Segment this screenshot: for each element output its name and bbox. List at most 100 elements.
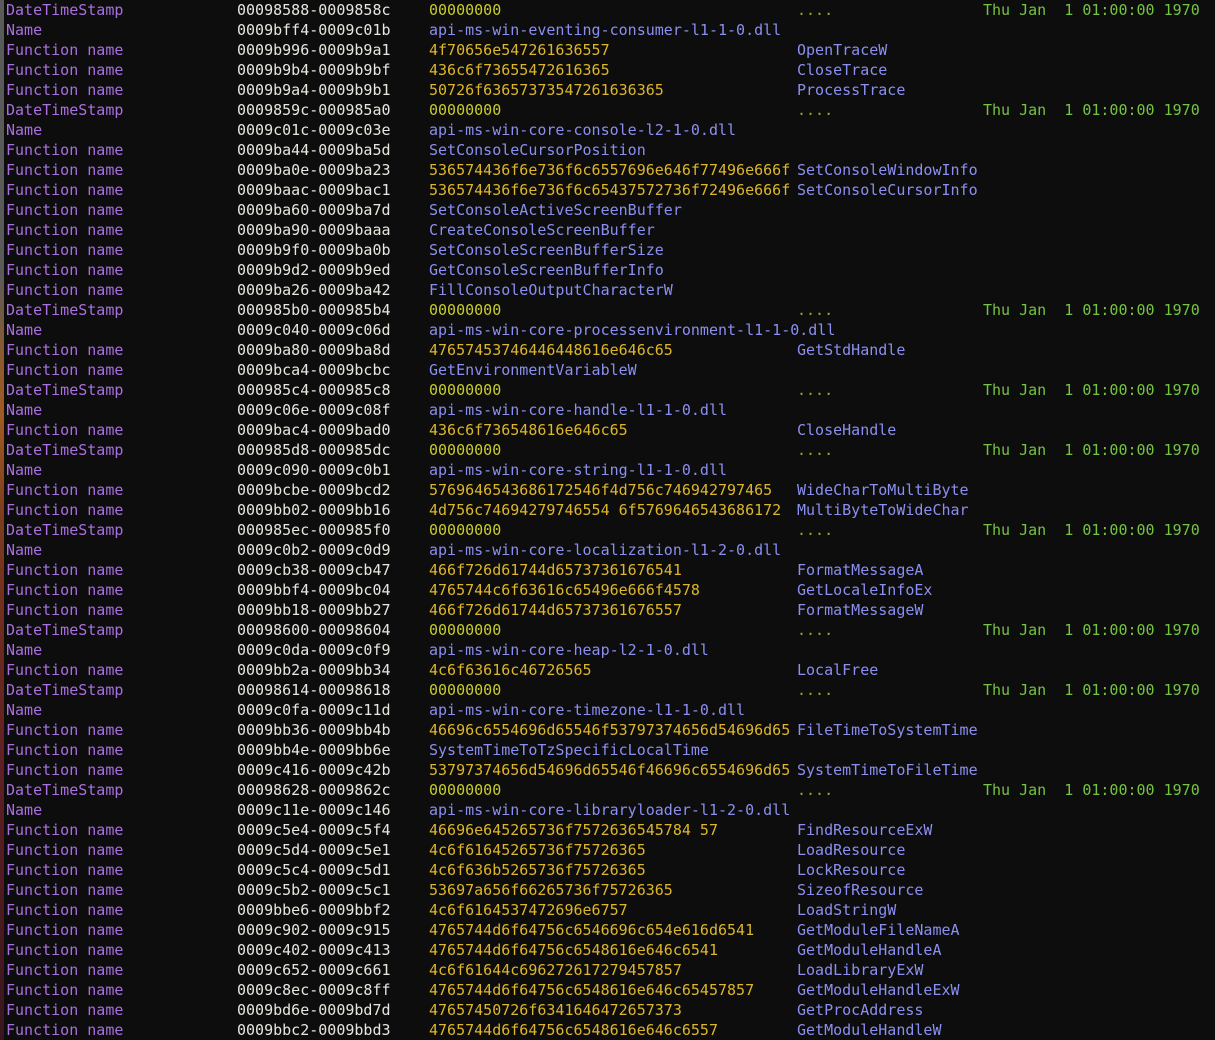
cell-range: 0009baac-0009bac1 [237, 181, 391, 199]
cell-fn: CloseTrace [797, 61, 888, 79]
table-row: DateTimeStamp 00098614-00098618 00000000..… [6, 680, 1215, 700]
cell-value: 00000000 [429, 101, 502, 119]
table-row: Function name 0009c416-0009c42b 5379737465… [6, 760, 1215, 780]
cell-value: api-ms-win-core-timezone-l1-1-0.dll [429, 701, 746, 719]
cell-label: Name [6, 321, 43, 339]
table-row: Function name 0009bcbe-0009bcd2 5769646543… [6, 480, 1215, 500]
cell-value: GetConsoleScreenBufferInfo [429, 261, 664, 279]
cell-label: Function name [6, 581, 124, 599]
cell-value: 4765744d6f64756c6548616e646c6557 [429, 1021, 718, 1039]
cell-label: Name [6, 401, 43, 419]
cell-label: Function name [6, 221, 124, 239]
cell-label: Function name [6, 361, 124, 379]
cell-label: Function name [6, 561, 124, 579]
cell-range: 0009bca4-0009bcbc [237, 361, 391, 379]
cell-label: Name [6, 541, 43, 559]
cell-value: 00000000 [429, 681, 502, 699]
cell-value: api-ms-win-eventing-consumer-l1-1-0.dll [429, 21, 782, 39]
table-row: Name 0009c11e-0009c146 api-ms-win-core-lib… [6, 800, 1215, 820]
cell-range: 00098588-0009858c [237, 1, 391, 19]
cell-range: 0009bbe6-0009bbf2 [237, 901, 391, 919]
table-row: Function name 0009bbf4-0009bc04 4765744c6f… [6, 580, 1215, 600]
cell-range: 0009b9d2-0009b9ed [237, 261, 391, 279]
cell-date: Thu Jan 1 01:00:00 1970 [983, 781, 1200, 799]
cell-fn: .... [797, 781, 834, 799]
table-row: DateTimeStamp 00098600-00098604 00000000..… [6, 620, 1215, 640]
table-row: Name 0009c040-0009c06d api-ms-win-core-pro… [6, 320, 1215, 340]
cell-range: 000985b0-000985b4 [237, 301, 391, 319]
cell-label: Function name [6, 281, 124, 299]
cell-range: 0009c8ec-0009c8ff [237, 981, 391, 999]
cell-fn: .... [797, 381, 834, 399]
cell-label: DateTimeStamp [6, 621, 124, 639]
cell-label: Name [6, 21, 43, 39]
cell-label: Function name [6, 341, 124, 359]
cell-range: 0009bb02-0009bb16 [237, 501, 391, 519]
cell-label: Function name [6, 881, 124, 899]
cell-value: 4765744d6f64756c6548616e646c65457857 [429, 981, 755, 999]
cell-range: 0009bcbe-0009bcd2 [237, 481, 391, 499]
cell-value: GetEnvironmentVariableW [429, 361, 637, 379]
cell-fn: FormatMessageA [797, 561, 924, 579]
table-row: Function name 0009ba26-0009ba42 FillConsol… [6, 280, 1215, 300]
cell-fn: WideCharToMultiByte [797, 481, 969, 499]
cell-date: Thu Jan 1 01:00:00 1970 [983, 101, 1200, 119]
cell-range: 0009c5c4-0009c5d1 [237, 861, 391, 879]
cell-label: Function name [6, 261, 124, 279]
cell-value: SystemTimeToTzSpecificLocalTime [429, 741, 709, 759]
cell-value: 4765744c6f63616c65496e666f4578 [429, 581, 700, 599]
cell-value: 4d756c74694279746554 6f5769646543686172 [429, 501, 782, 519]
table-row: Function name 0009b996-0009b9a1 4f70656e54… [6, 40, 1215, 60]
cell-value: 00000000 [429, 621, 502, 639]
cell-value: api-ms-win-core-localization-l1-2-0.dll [429, 541, 782, 559]
table-row: Function name 0009bbe6-0009bbf2 4c6f616453… [6, 900, 1215, 920]
cell-range: 0009ba44-0009ba5d [237, 141, 391, 159]
cell-fn: LockResource [797, 861, 906, 879]
cell-value: 47657450726f6341646472657373 [429, 1001, 682, 1019]
table-row: DateTimeStamp 000985d8-000985dc 00000000..… [6, 440, 1215, 460]
cell-label: Function name [6, 41, 124, 59]
cell-range: 0009c5d4-0009c5e1 [237, 841, 391, 859]
cell-value: 436c6f73655472616365 [429, 61, 610, 79]
cell-fn: GetModuleHandleW [797, 1021, 942, 1039]
cell-label: DateTimeStamp [6, 781, 124, 799]
cell-value: 00000000 [429, 781, 502, 799]
cell-label: Function name [6, 661, 124, 679]
cell-fn: GetProcAddress [797, 1001, 924, 1019]
scroll-position-indicator[interactable] [0, 0, 4, 1040]
cell-range: 000985ec-000985f0 [237, 521, 391, 539]
table-row: Function name 0009ba80-0009ba8d 4765745374… [6, 340, 1215, 360]
cell-range: 0009bbc2-0009bbd3 [237, 1021, 391, 1039]
cell-range: 0009c0b2-0009c0d9 [237, 541, 391, 559]
cell-fn: GetModuleHandleExW [797, 981, 960, 999]
cell-range: 0009bac4-0009bad0 [237, 421, 391, 439]
table-row: Function name 0009bac4-0009bad0 436c6f7365… [6, 420, 1215, 440]
cell-range: 00098614-00098618 [237, 681, 391, 699]
cell-range: 0009c06e-0009c08f [237, 401, 391, 419]
cell-value: SetConsoleScreenBufferSize [429, 241, 664, 259]
cell-fn: GetModuleHandleA [797, 941, 942, 959]
table-row: Function name 0009b9b4-0009b9bf 436c6f7365… [6, 60, 1215, 80]
cell-value: 4f70656e547261636557 [429, 41, 610, 59]
table-row: Function name 0009ba0e-0009ba23 536574436f… [6, 160, 1215, 180]
cell-value: CreateConsoleScreenBuffer [429, 221, 655, 239]
table-row: Function name 0009b9f0-0009ba0b SetConsole… [6, 240, 1215, 260]
cell-value: api-ms-win-core-heap-l2-1-0.dll [429, 641, 709, 659]
cell-label: Name [6, 121, 43, 139]
cell-value: 466f726d61744d65737361676557 [429, 601, 682, 619]
cell-range: 0009c416-0009c42b [237, 761, 391, 779]
cell-fn: SizeofResource [797, 881, 924, 899]
cell-date: Thu Jan 1 01:00:00 1970 [983, 301, 1200, 319]
cell-fn: .... [797, 1, 834, 19]
table-row: Function name 0009bd6e-0009bd7d 4765745072… [6, 1000, 1215, 1020]
cell-value: api-ms-win-core-libraryloader-l1-2-0.dll [429, 801, 791, 819]
cell-label: Name [6, 801, 43, 819]
table-row: DateTimeStamp 000985b0-000985b4 00000000..… [6, 300, 1215, 320]
cell-range: 0009bb18-0009bb27 [237, 601, 391, 619]
cell-label: Function name [6, 941, 124, 959]
cell-value: api-ms-win-core-processenvironment-l1-1-… [429, 321, 836, 339]
cell-label: DateTimeStamp [6, 1, 124, 19]
cell-value: 00000000 [429, 301, 502, 319]
cell-value: 4c6f61645265736f75726365 [429, 841, 646, 859]
cell-range: 0009c5e4-0009c5f4 [237, 821, 391, 839]
